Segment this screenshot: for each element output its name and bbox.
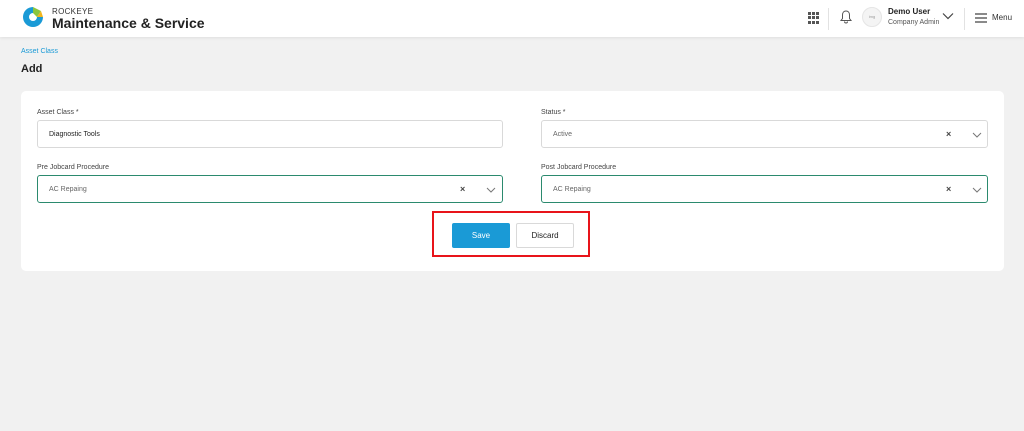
apps-grid-icon[interactable] [808,12,820,24]
save-button[interactable]: Save [452,223,510,248]
user-avatar[interactable]: img [862,7,882,27]
status-clear-icon[interactable]: × [946,129,951,139]
user-role: Company Admin [888,19,940,26]
divider [828,8,829,30]
pre-jobcard-label: Pre Jobcard Procedure [37,164,109,171]
rockeye-logo-icon[interactable] [21,5,45,29]
post-jobcard-chevron-down-icon[interactable] [972,187,982,193]
discard-button[interactable]: Discard [516,223,574,248]
asset-class-label: Asset Class * [37,109,79,116]
user-name[interactable]: Demo User [888,7,930,16]
top-navbar: ROCKEYE Maintenance & Service img Demo U… [0,0,1024,37]
breadcrumb-asset-class[interactable]: Asset Class [21,48,58,55]
menu-button-label[interactable]: Menu [992,13,1012,22]
asset-class-input[interactable]: Diagnostic Tools [37,120,503,148]
divider [964,8,965,30]
pre-jobcard-clear-icon[interactable]: × [460,184,465,194]
status-label: Status * [541,109,566,116]
asset-class-value: Diagnostic Tools [49,131,100,138]
post-jobcard-clear-icon[interactable]: × [946,184,951,194]
post-jobcard-value: AC Repaing [553,186,591,193]
post-jobcard-select[interactable]: AC Repaing × [541,175,988,203]
status-chevron-down-icon[interactable] [972,132,982,138]
notification-bell-icon[interactable] [840,10,852,24]
pre-jobcard-select[interactable]: AC Repaing × [37,175,503,203]
pre-jobcard-chevron-down-icon[interactable] [486,187,496,193]
avatar-placeholder-text: img [868,14,876,19]
status-select[interactable]: Active × [541,120,988,148]
app-title: Maintenance & Service [52,15,205,31]
user-menu-chevron-icon[interactable] [942,12,954,20]
post-jobcard-label: Post Jobcard Procedure [541,164,617,171]
hamburger-menu-icon[interactable] [975,13,987,23]
page-title: Add [21,63,43,75]
status-value: Active [553,131,573,138]
pre-jobcard-value: AC Repaing [49,186,87,193]
